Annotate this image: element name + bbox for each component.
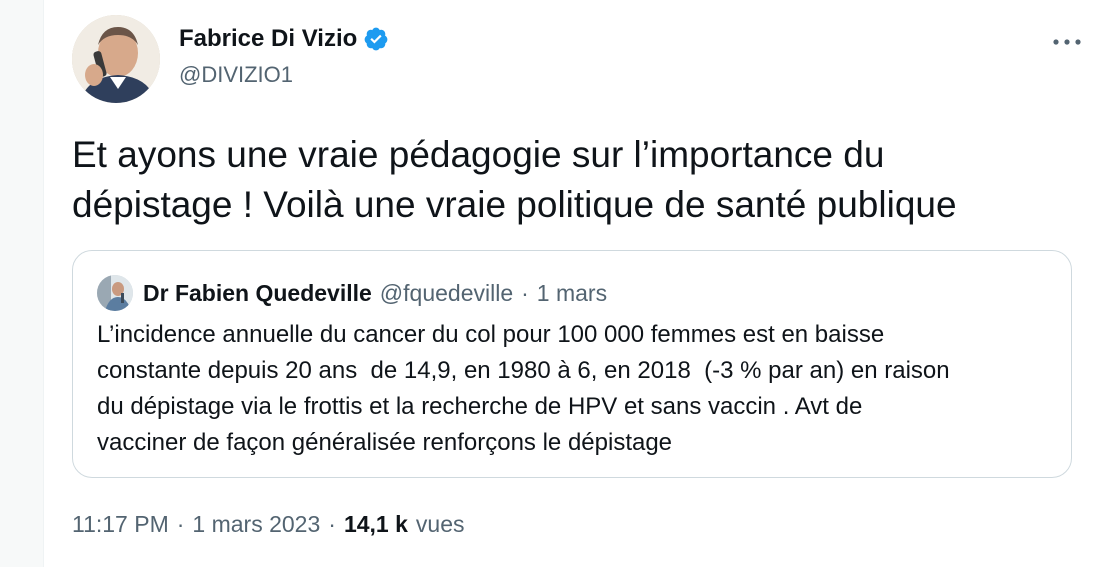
quoted-author-avatar-image [97, 275, 133, 311]
author-avatar-image [72, 15, 160, 103]
tweet-date[interactable]: 1 mars 2023 [192, 511, 320, 538]
quoted-tweet-text: L’incidence annuelle du cancer du col po… [97, 321, 950, 456]
author-name-row: Fabrice Di Vizio [179, 25, 389, 53]
separator-dot: · [521, 279, 529, 306]
quoted-tweet-date[interactable]: 1 mars [537, 280, 607, 307]
quoted-author-handle[interactable]: @fquedeville [380, 280, 513, 307]
separator-dot: · [176, 511, 185, 537]
tweet-header: Fabrice Di Vizio @DIVIZIO1 [72, 15, 1114, 105]
quoted-tweet-header: Dr Fabien Quedeville @fquedeville · 1 ma… [97, 275, 607, 311]
tweet-card: Fabrice Di Vizio @DIVIZIO1 Et ayons une … [43, 0, 1114, 567]
tweet-meta: 11:17 PM · 1 mars 2023 · 14,1 k vues [72, 511, 465, 538]
views-label: vues [415, 511, 465, 537]
author-handle[interactable]: @DIVIZIO1 [179, 62, 293, 88]
tweet-text: Et ayons une vraie pédagogie sur l’impor… [72, 134, 957, 225]
quoted-author-name[interactable]: Dr Fabien Quedeville [143, 280, 372, 307]
views-count: 14,1 k [343, 511, 408, 537]
author-name[interactable]: Fabrice Di Vizio [179, 25, 357, 53]
quoted-tweet[interactable]: Dr Fabien Quedeville @fquedeville · 1 ma… [72, 250, 1072, 478]
tweet-time[interactable]: 11:17 PM [72, 511, 169, 538]
quoted-author-avatar[interactable] [97, 275, 133, 311]
separator-dot: · [328, 511, 336, 537]
more-options-icon[interactable] [1047, 27, 1087, 57]
author-avatar[interactable] [72, 15, 160, 103]
verified-badge-icon [363, 26, 389, 52]
